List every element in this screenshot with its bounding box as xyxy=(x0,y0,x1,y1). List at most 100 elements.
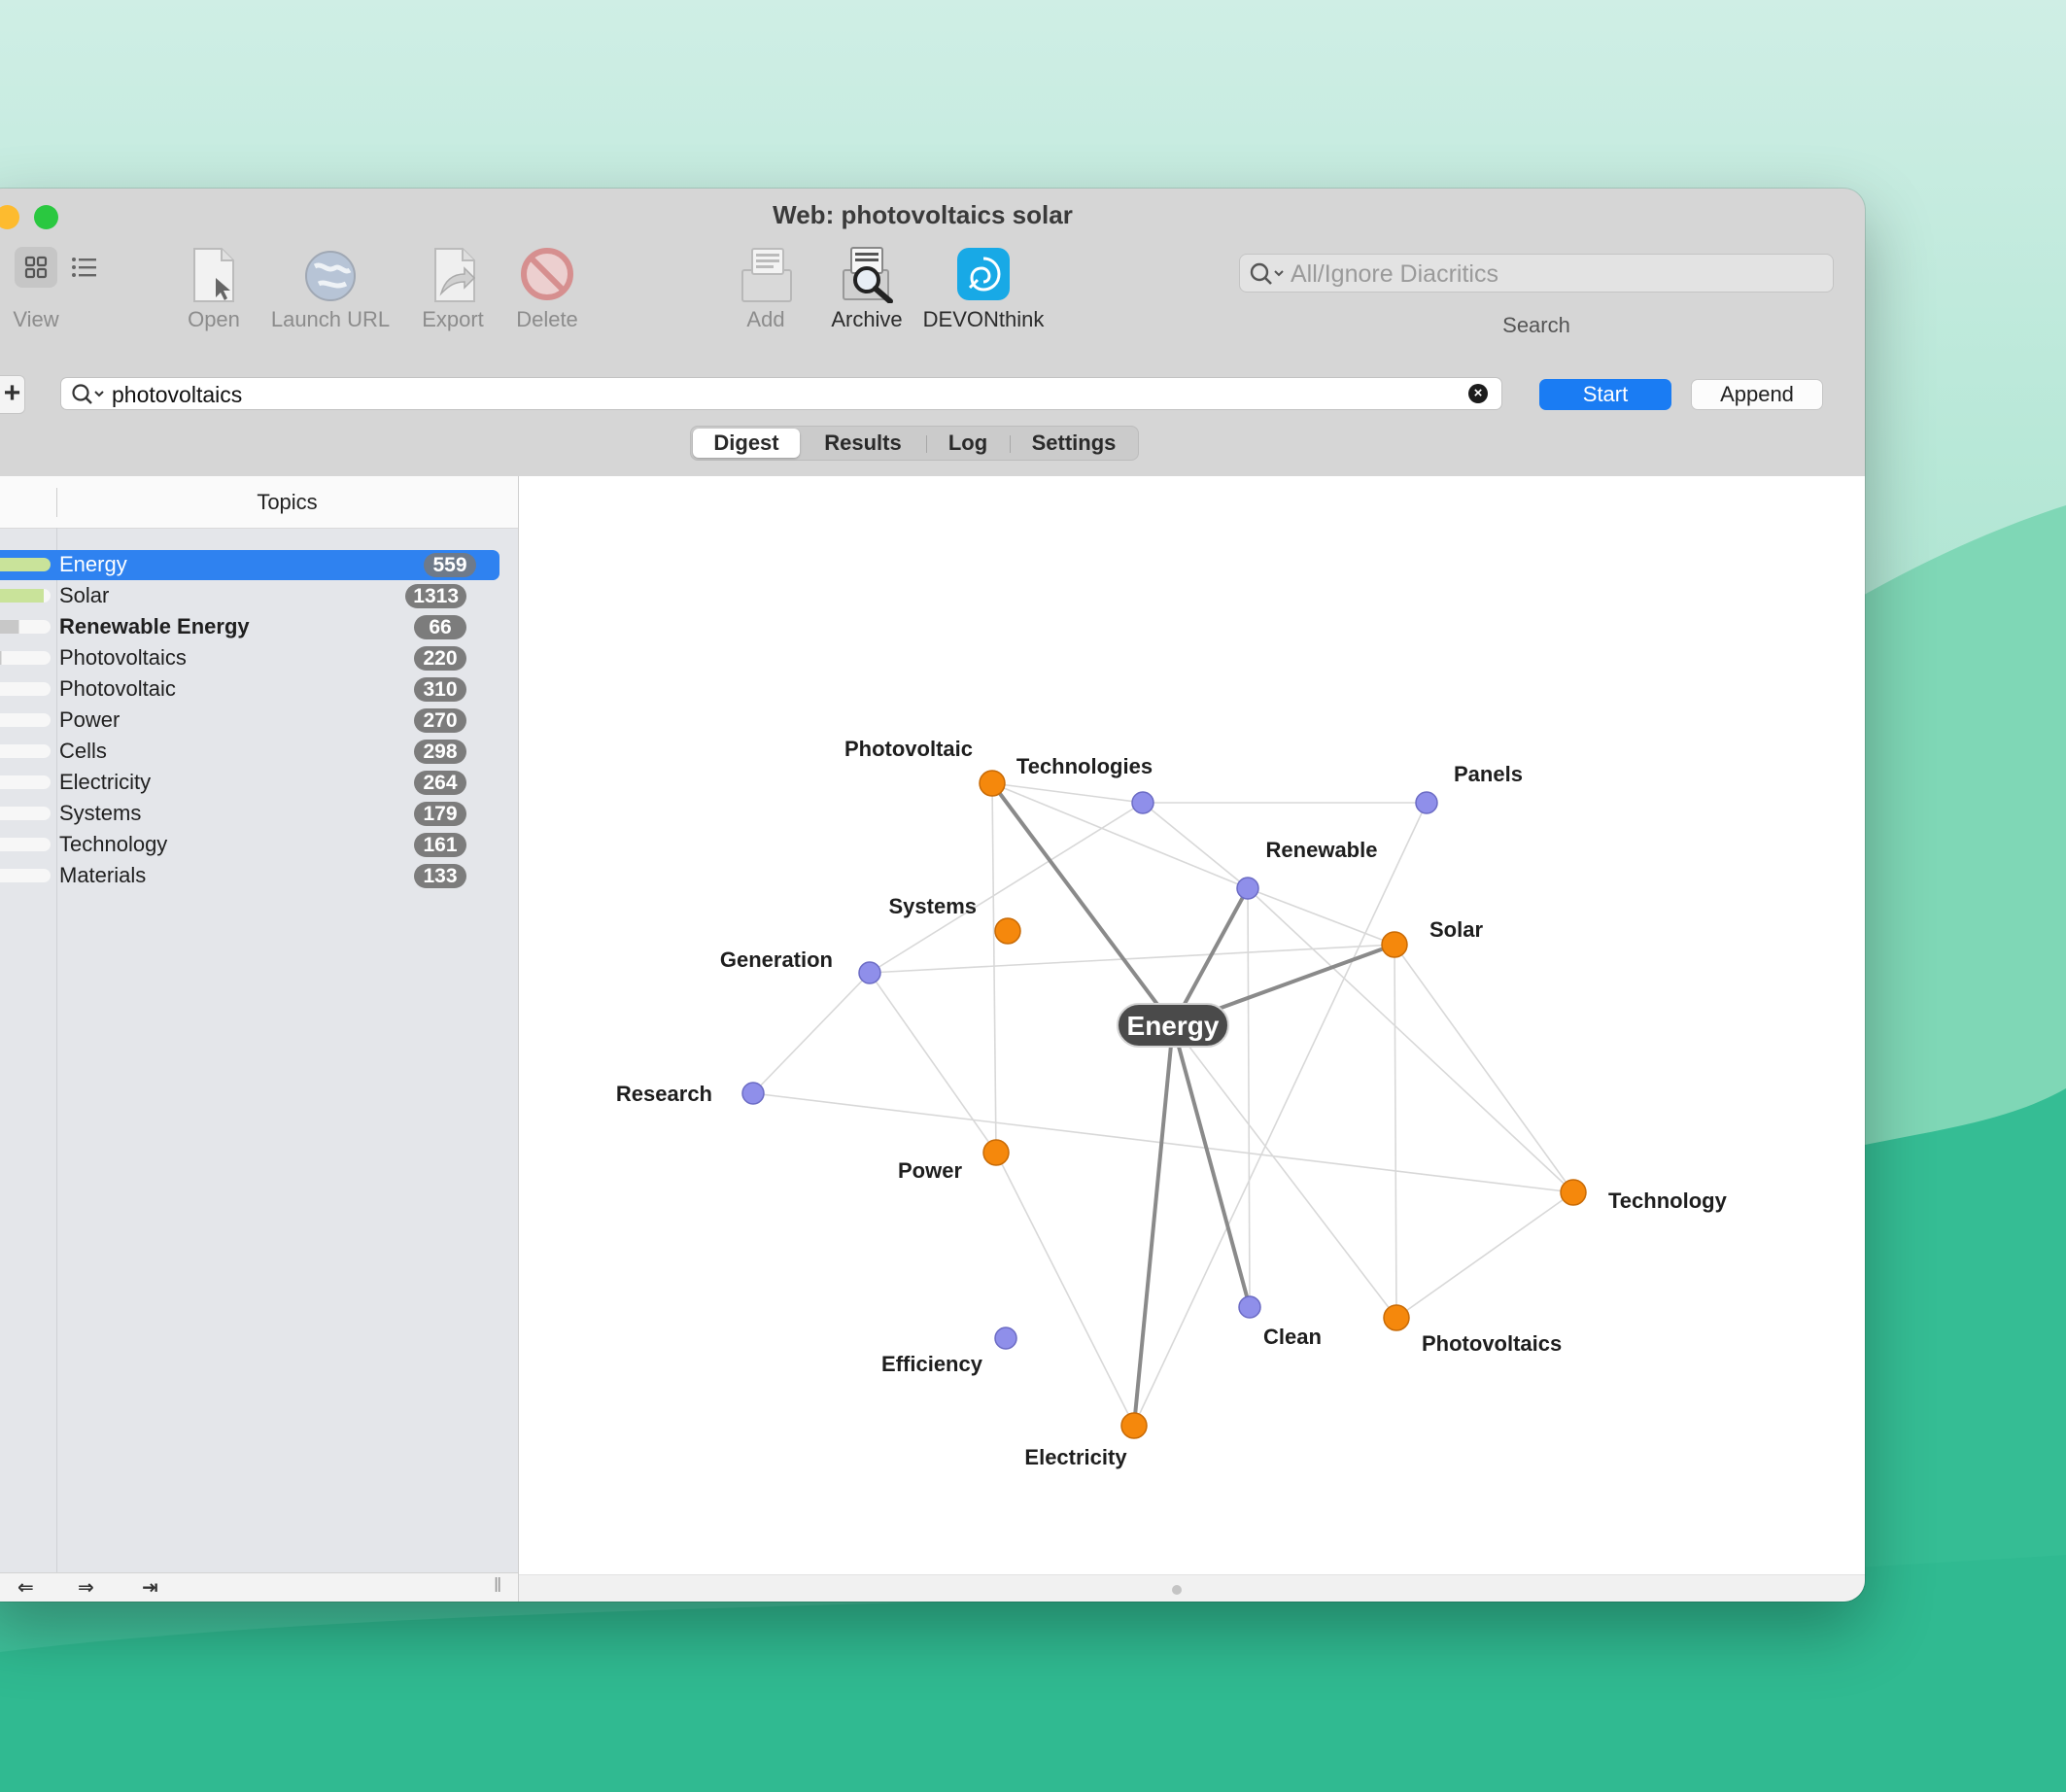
back-icon[interactable]: ⇐ xyxy=(17,1575,34,1600)
node-dot[interactable] xyxy=(741,1082,765,1105)
toolbar-search-field[interactable] xyxy=(1239,254,1834,293)
query-field[interactable]: × xyxy=(60,377,1502,410)
clear-icon[interactable]: × xyxy=(1468,384,1488,403)
sidebar-item-cells[interactable]: Cells 298 xyxy=(0,737,499,767)
graph-node-electricity[interactable]: Electricity xyxy=(1024,1412,1148,1469)
node-label: Renewable xyxy=(1266,838,1378,862)
relevance-bar xyxy=(0,589,51,603)
append-button[interactable]: Append xyxy=(1691,379,1823,410)
node-dot[interactable] xyxy=(1120,1412,1148,1439)
node-dot[interactable] xyxy=(1236,877,1259,900)
tab-results[interactable]: Results xyxy=(802,429,924,458)
delete-label: Delete xyxy=(516,307,578,331)
sidebar-item-photovoltaics[interactable]: Photovoltaics 220 xyxy=(0,643,499,673)
sidebar-item-energy[interactable]: Energy 559 xyxy=(0,550,499,580)
query-search-icon[interactable] xyxy=(71,382,106,407)
topics-column-header[interactable]: Topics xyxy=(56,490,518,515)
node-dot[interactable] xyxy=(1238,1295,1261,1319)
jump-to-end-icon[interactable]: ⇥ xyxy=(142,1575,158,1600)
node-label: Technology xyxy=(1608,1189,1728,1213)
topic-count-badge: 220 xyxy=(414,646,466,671)
relevance-bar xyxy=(0,775,51,789)
graph-node-solar[interactable]: Solar xyxy=(1381,917,1483,958)
toolbar-search-input[interactable] xyxy=(1289,258,1817,290)
document-open-icon xyxy=(185,245,243,303)
topic-label: Photovoltaics xyxy=(59,645,187,670)
tab-digest[interactable]: Digest xyxy=(693,429,800,458)
topic-count-badge: 66 xyxy=(414,615,466,639)
topic-label: Systems xyxy=(59,801,142,825)
sidebar-header: Topics xyxy=(0,476,518,529)
node-dot[interactable] xyxy=(1415,791,1438,814)
forward-icon[interactable]: ⇒ xyxy=(78,1575,94,1600)
topic-label: Materials xyxy=(59,863,147,887)
graph-node-research[interactable]: Research xyxy=(616,1082,765,1106)
node-dot[interactable] xyxy=(1131,791,1154,814)
node-dot[interactable] xyxy=(858,961,881,984)
prohibited-icon xyxy=(518,245,576,303)
node-dot[interactable] xyxy=(1383,1304,1410,1331)
tab-separator xyxy=(1010,435,1011,453)
graph-node-photovoltaics[interactable]: Photovoltaics xyxy=(1383,1304,1562,1356)
node-dot[interactable] xyxy=(994,1327,1017,1350)
graph-node-power[interactable]: Power xyxy=(898,1139,1010,1183)
devonthink-button[interactable]: DEVONthink xyxy=(915,245,1051,342)
node-dot[interactable] xyxy=(994,917,1021,945)
sidebar-item-power[interactable]: Power 270 xyxy=(0,706,499,736)
node-dot[interactable] xyxy=(982,1139,1010,1166)
scrollbar-knob[interactable] xyxy=(1172,1585,1182,1595)
devonthink-label: DEVONthink xyxy=(922,307,1045,331)
node-label: Technologies xyxy=(1016,754,1153,778)
icon-view-icon[interactable] xyxy=(15,247,57,288)
node-label: Systems xyxy=(888,894,977,918)
graph-node-panels[interactable]: Panels xyxy=(1415,762,1523,814)
open-button[interactable]: Open xyxy=(146,245,282,342)
horizontal-scrollbar[interactable] xyxy=(519,1574,1865,1602)
relevance-bar xyxy=(0,713,51,727)
add-query-button[interactable]: + xyxy=(0,375,25,414)
node-dot[interactable] xyxy=(979,770,1006,797)
node-dot[interactable] xyxy=(1560,1179,1587,1206)
archive-button[interactable]: Archive xyxy=(799,245,935,342)
tab-settings[interactable]: Settings xyxy=(1012,429,1136,458)
list-view-icon[interactable] xyxy=(70,253,99,282)
sidebar-item-systems[interactable]: Systems 179 xyxy=(0,799,499,829)
app-window: Web: photovoltaics solar View Open Launc… xyxy=(0,189,1865,1602)
add-to-archive-icon xyxy=(737,245,795,303)
graph-node-systems[interactable]: Systems xyxy=(888,894,1021,945)
delete-button[interactable]: Delete xyxy=(479,245,615,342)
topic-graph[interactable]: Energy Photovoltaic Technologies Panels Rene… xyxy=(519,476,1865,1574)
graph-node-photovoltaic[interactable]: Photovoltaic xyxy=(844,737,1006,797)
graph-edge-renewable-technology xyxy=(1247,887,1574,1193)
tab-log[interactable]: Log xyxy=(928,429,1008,458)
node-dot[interactable] xyxy=(1381,931,1408,958)
sidebar-item-technology[interactable]: Technology 161 xyxy=(0,830,499,860)
graph-node-efficiency[interactable]: Efficiency xyxy=(881,1327,1017,1376)
node-label: Solar xyxy=(1429,917,1483,942)
query-input[interactable] xyxy=(110,380,1455,409)
graph-node-energy[interactable]: Energy xyxy=(1117,1003,1229,1048)
sidebar-item-renewable-energy[interactable]: Renewable Energy 66 xyxy=(0,612,499,642)
sidebar-item-photovoltaic[interactable]: Photovoltaic 310 xyxy=(0,674,499,705)
search-options-icon[interactable] xyxy=(1250,261,1285,287)
graph-node-generation[interactable]: Generation xyxy=(720,948,881,984)
sidebar-item-electricity[interactable]: Electricity 264 xyxy=(0,768,499,798)
launch-url-button[interactable]: Launch URL xyxy=(262,245,398,342)
topic-label: Power xyxy=(59,707,121,732)
graph-node-technology[interactable]: Technology xyxy=(1560,1179,1728,1213)
tab-separator xyxy=(926,435,927,453)
resize-handle-icon[interactable]: ‖ xyxy=(494,1575,501,1598)
node-label: Power xyxy=(898,1158,962,1183)
start-button[interactable]: Start xyxy=(1539,379,1671,410)
node-label: Generation xyxy=(720,948,833,972)
graph-node-clean[interactable]: Clean xyxy=(1238,1295,1322,1349)
graph-node-renewable[interactable]: Renewable xyxy=(1236,838,1378,900)
topic-graph-pane[interactable]: Energy Photovoltaic Technologies Panels Rene… xyxy=(519,476,1865,1574)
topic-label: Renewable Energy xyxy=(59,614,250,638)
toolbar-view[interactable]: View xyxy=(0,245,96,342)
topic-label: Solar xyxy=(59,583,110,607)
graph-node-technologies[interactable]: Technologies xyxy=(1016,754,1154,814)
sidebar-footer: ⇐ ⇒ ⇥ ‖ xyxy=(0,1572,518,1602)
sidebar-item-materials[interactable]: Materials 133 xyxy=(0,861,499,891)
sidebar-item-solar[interactable]: Solar 1313 xyxy=(0,581,499,611)
